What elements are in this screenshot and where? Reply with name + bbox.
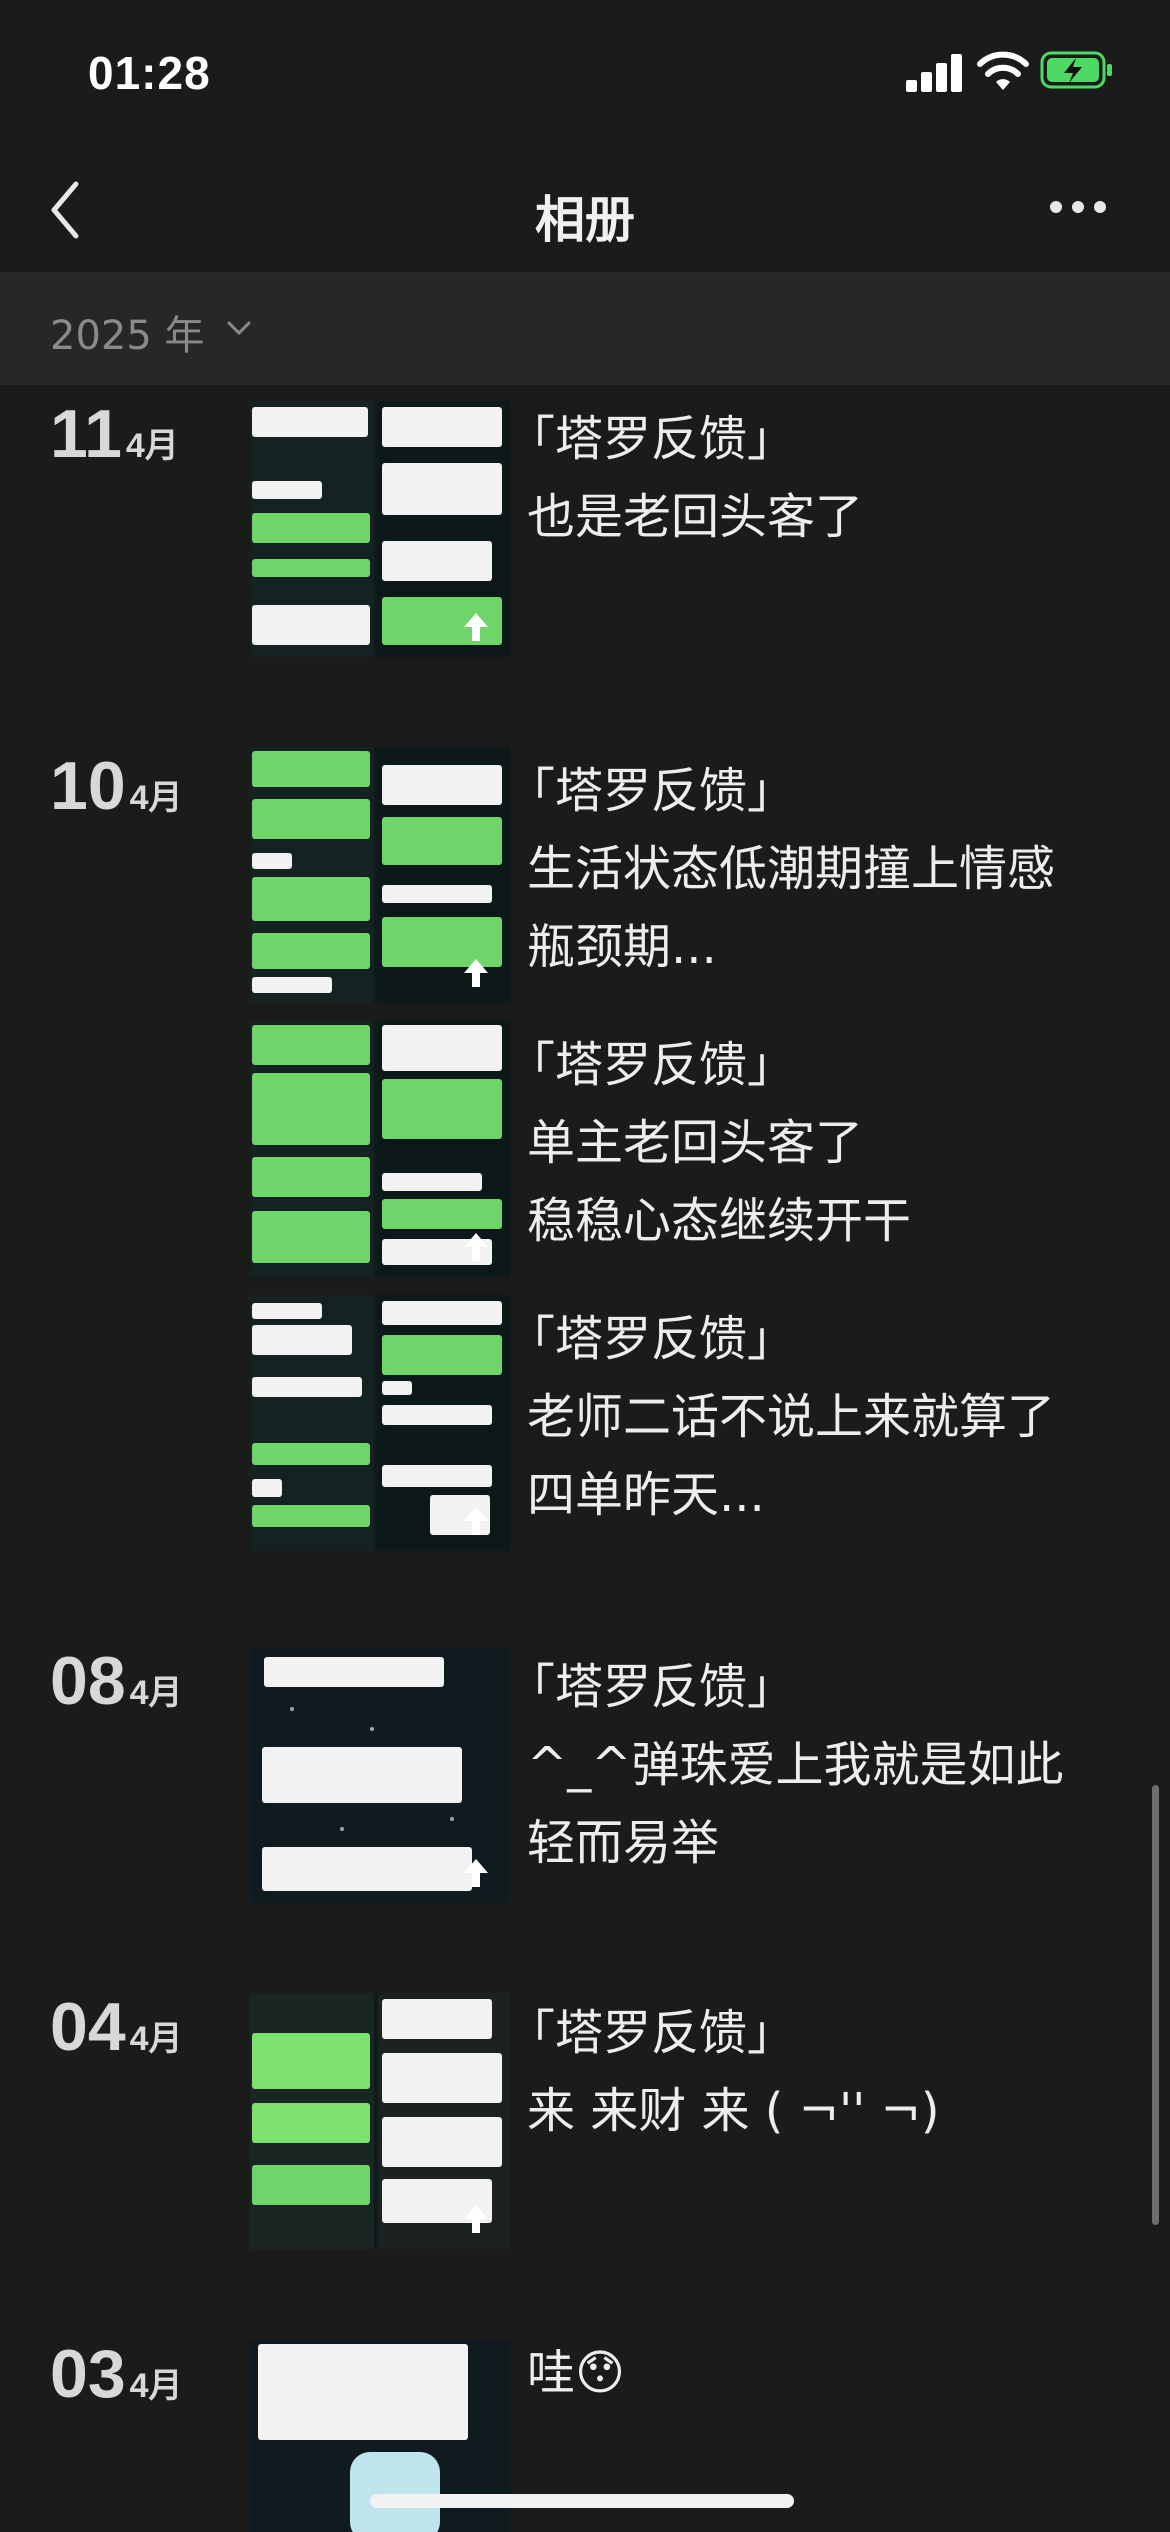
year-filter-label: 2025 年 bbox=[50, 313, 205, 359]
chevron-down-icon bbox=[227, 321, 251, 336]
post-caption[interactable]: 「塔罗反馈」 来 来财 来 ( ¬'' ¬) bbox=[507, 1994, 1075, 2150]
post-caption[interactable]: 「塔罗反馈」 老师二话不说上来就算了四单昨天... bbox=[507, 1300, 1075, 1534]
date-label: 03 4月 bbox=[50, 2336, 183, 2412]
home-indicator[interactable] bbox=[370, 2494, 794, 2508]
date-label: 11 4月 bbox=[50, 396, 179, 472]
status-time: 01:28 bbox=[88, 47, 211, 99]
post-caption[interactable]: 「塔罗反馈」 ^_^弹珠爱上我就是如此轻而易举 bbox=[507, 1648, 1075, 1882]
date-label: 10 4月 bbox=[50, 748, 183, 824]
post-thumbnail[interactable] bbox=[250, 1993, 510, 2249]
date-label: 04 4月 bbox=[50, 1989, 183, 2065]
post-thumbnail[interactable] bbox=[250, 401, 510, 657]
post-thumbnail[interactable] bbox=[250, 747, 510, 1003]
cellular-signal-icon bbox=[906, 52, 964, 92]
upload-arrow-icon bbox=[464, 1859, 488, 1887]
battery-charging-icon bbox=[1040, 51, 1112, 89]
page-title: 相册 bbox=[535, 191, 635, 249]
post-caption[interactable]: 「塔罗反馈」 生活状态低潮期撞上情感瓶颈期... bbox=[507, 752, 1075, 986]
year-filter[interactable]: 2025 年 bbox=[0, 273, 1170, 385]
post-thumbnail[interactable] bbox=[250, 1295, 510, 1551]
scrollbar[interactable] bbox=[1152, 1785, 1159, 2225]
date-label: 08 4月 bbox=[50, 1643, 183, 1719]
album-feed: 11 4月 「塔罗反馈」 也是老回头客了 10 4月 「塔罗反馈」 生活状态低潮期撞… bbox=[0, 385, 1170, 2532]
navigation-bar: 相册 bbox=[0, 150, 1170, 273]
post-caption[interactable]: 「塔罗反馈」 也是老回头客了 bbox=[507, 400, 1075, 556]
post-thumbnail[interactable] bbox=[250, 1647, 510, 1903]
status-bar: 01:28 bbox=[0, 0, 1170, 150]
post-thumbnail[interactable] bbox=[250, 1021, 510, 1277]
upload-arrow-icon bbox=[464, 1233, 488, 1261]
upload-arrow-icon bbox=[464, 1507, 488, 1535]
upload-arrow-icon bbox=[464, 959, 488, 987]
post-caption[interactable]: 「塔罗反馈」 单主老回头客了 稳稳心态继续开干 bbox=[507, 1026, 1075, 1260]
upload-arrow-icon bbox=[464, 613, 488, 641]
upload-arrow-icon bbox=[464, 2205, 488, 2233]
wifi-icon bbox=[977, 51, 1029, 90]
more-options-icon[interactable] bbox=[1050, 198, 1120, 222]
post-caption[interactable]: 哇😯 bbox=[515, 2334, 1075, 2412]
